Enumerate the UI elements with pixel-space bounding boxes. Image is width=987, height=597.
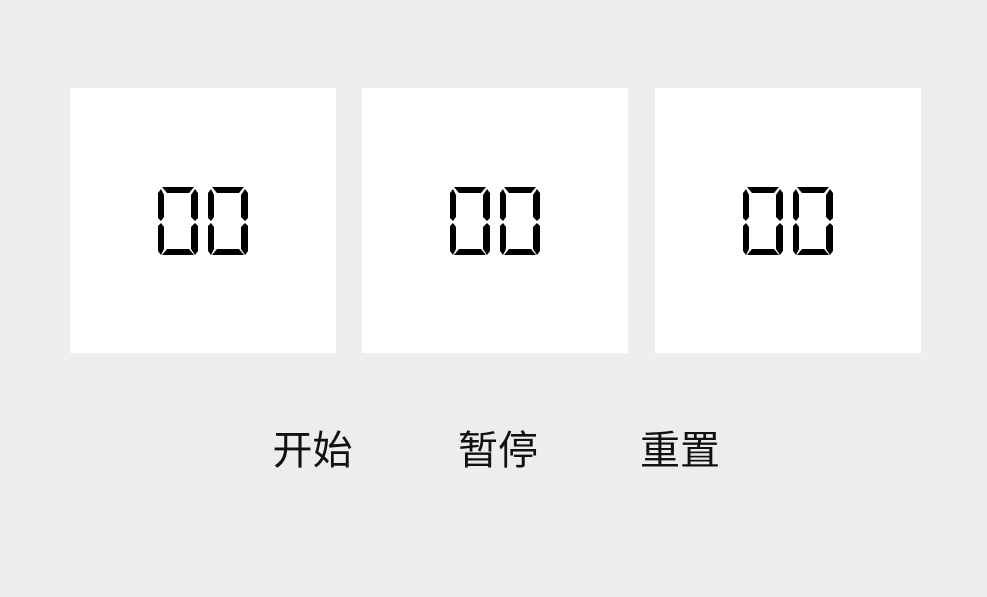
hours-panel	[70, 88, 336, 353]
control-buttons: 开始 暂停 重置	[245, 380, 748, 513]
segment-b	[191, 188, 198, 221]
segment-f	[450, 188, 456, 221]
seven-segment-digit	[500, 186, 540, 255]
segment-f	[743, 188, 749, 221]
segment-a	[504, 186, 536, 193]
segment-e	[500, 222, 506, 255]
segment-e	[158, 222, 164, 255]
segment-e	[450, 222, 456, 255]
segment-b	[241, 188, 248, 221]
minutes-panel	[362, 88, 628, 353]
segment-g	[161, 218, 195, 224]
segment-d	[747, 248, 779, 255]
segment-f	[158, 188, 164, 221]
segment-f	[208, 188, 214, 221]
seven-segment-digit	[158, 186, 198, 255]
segment-a	[162, 186, 194, 193]
start-button[interactable]: 开始	[245, 380, 380, 513]
minutes-display	[448, 185, 542, 257]
segment-b	[533, 188, 540, 221]
segment-c	[483, 222, 490, 255]
segment-c	[776, 222, 783, 255]
segment-g	[453, 218, 487, 224]
segment-a	[212, 186, 244, 193]
segment-e	[743, 222, 749, 255]
segment-c	[191, 222, 198, 255]
hours-display	[156, 185, 250, 257]
segment-e	[793, 222, 799, 255]
segment-d	[162, 248, 194, 255]
segment-g	[503, 218, 537, 224]
seven-segment-digit	[743, 186, 783, 255]
seconds-display	[741, 185, 835, 257]
seven-segment-digit	[793, 186, 833, 255]
segment-d	[212, 248, 244, 255]
segment-a	[747, 186, 779, 193]
segment-a	[797, 186, 829, 193]
segment-c	[533, 222, 540, 255]
seven-segment-digit	[208, 186, 248, 255]
segment-a	[454, 186, 486, 193]
segment-c	[826, 222, 833, 255]
segment-b	[826, 188, 833, 221]
segment-b	[483, 188, 490, 221]
segment-e	[208, 222, 214, 255]
reset-button[interactable]: 重置	[612, 380, 748, 513]
seconds-panel	[655, 88, 921, 353]
segment-g	[796, 218, 830, 224]
segment-f	[793, 188, 799, 221]
segment-g	[746, 218, 780, 224]
segment-c	[241, 222, 248, 255]
segment-d	[504, 248, 536, 255]
segment-d	[797, 248, 829, 255]
segment-d	[454, 248, 486, 255]
segment-g	[211, 218, 245, 224]
pause-button[interactable]: 暂停	[430, 380, 566, 513]
segment-f	[500, 188, 506, 221]
seven-segment-digit	[450, 186, 490, 255]
segment-b	[776, 188, 783, 221]
